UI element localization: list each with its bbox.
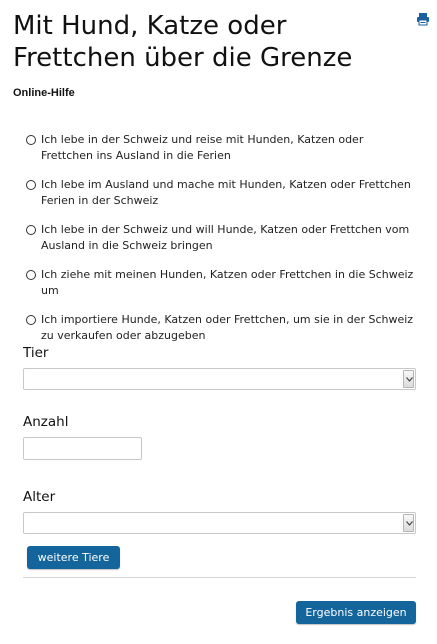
show-result-button[interactable]: Ergebnis anzeigen	[296, 601, 416, 624]
tier-label: Tier	[23, 345, 49, 361]
radio-button[interactable]	[26, 270, 36, 280]
option-bring-from-abroad[interactable]: Ich lebe in der Schweiz und will Hunde, …	[26, 222, 416, 254]
add-more-animals-button[interactable]: weitere Tiere	[27, 546, 120, 569]
radio-button[interactable]	[26, 135, 36, 145]
radio-button[interactable]	[26, 225, 36, 235]
print-icon[interactable]	[416, 11, 430, 26]
chevron-down-icon[interactable]	[403, 370, 414, 388]
option-travel-abroad[interactable]: Ich lebe in der Schweiz und reise mit Hu…	[26, 132, 416, 164]
option-move-to-switzerland[interactable]: Ich ziehe mit meinen Hunden, Katzen oder…	[26, 267, 416, 299]
option-holiday-in-switzerland[interactable]: Ich lebe im Ausland und mache mit Hunden…	[26, 177, 416, 209]
divider	[23, 577, 416, 578]
alter-select[interactable]	[23, 512, 416, 534]
travel-options-radio-group: Ich lebe in der Schweiz und reise mit Hu…	[26, 132, 416, 357]
option-label: Ich lebe in der Schweiz und will Hunde, …	[41, 223, 410, 252]
option-label: Ich lebe im Ausland und mache mit Hunden…	[41, 178, 411, 207]
option-label: Ich importiere Hunde, Katzen oder Frettc…	[41, 313, 414, 342]
tier-select[interactable]	[23, 368, 416, 390]
option-import-for-sale[interactable]: Ich importiere Hunde, Katzen oder Frettc…	[26, 312, 416, 344]
online-help-label: Online-Hilfe	[13, 87, 75, 99]
alter-label: Alter	[23, 489, 56, 505]
page-title: Mit Hund, Katze oder Frettchen über die …	[13, 11, 353, 73]
radio-button[interactable]	[26, 315, 36, 325]
option-label: Ich lebe in der Schweiz und reise mit Hu…	[41, 133, 364, 162]
option-label: Ich ziehe mit meinen Hunden, Katzen oder…	[41, 268, 414, 297]
anzahl-input[interactable]	[23, 437, 142, 460]
anzahl-label: Anzahl	[23, 414, 69, 430]
radio-button[interactable]	[26, 180, 36, 190]
chevron-down-icon[interactable]	[403, 514, 414, 532]
